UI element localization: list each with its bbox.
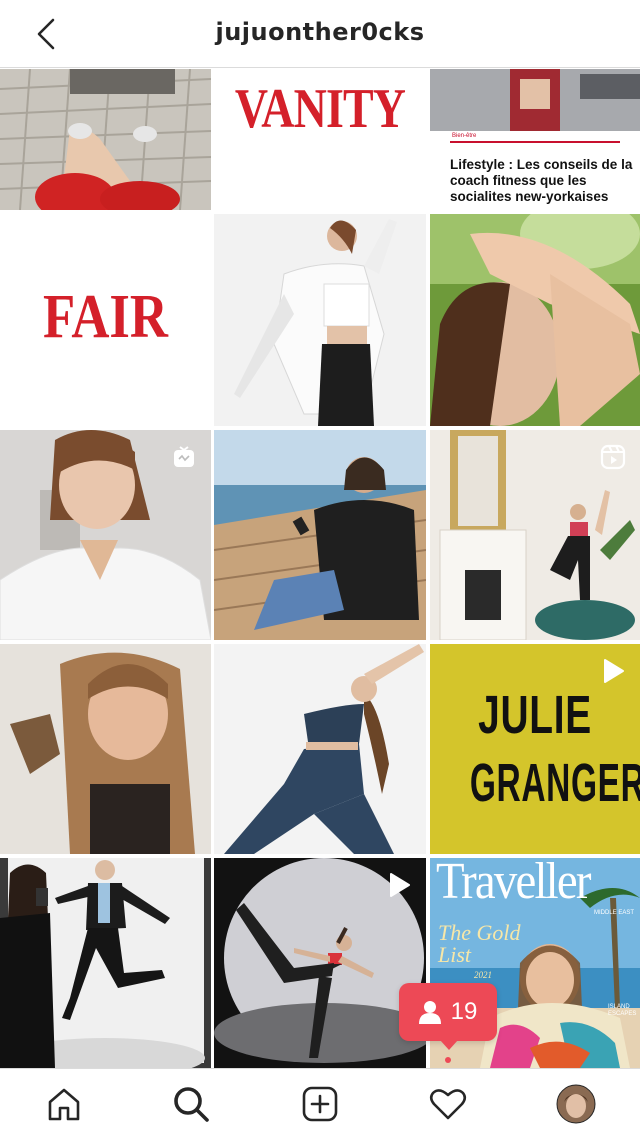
- bottom-navigation: [0, 1057, 640, 1138]
- article-tag: Bien-être: [452, 133, 477, 139]
- cover-script: The Gold List: [438, 920, 521, 967]
- activity-count: 19: [450, 998, 478, 1025]
- post-thumbnail[interactable]: [0, 69, 211, 210]
- new-post-icon: [302, 1086, 338, 1122]
- nav-profile[interactable]: [552, 1081, 600, 1127]
- profile-username: jujuonther0cks: [215, 18, 425, 46]
- reel-icon: [600, 444, 626, 470]
- photo-white-jacket-pose: [214, 214, 426, 426]
- reel-indicator: [598, 442, 628, 472]
- popup-tail: [440, 1040, 458, 1050]
- profile-avatar: [556, 1084, 596, 1124]
- post-thumbnail[interactable]: VANITY: [214, 69, 426, 210]
- heart-icon: [429, 1089, 467, 1120]
- post-thumbnail[interactable]: FAIR: [0, 214, 211, 426]
- igtv-indicator: [169, 442, 199, 472]
- magazine-title-vanity: VANITY: [234, 78, 406, 140]
- search-icon: [174, 1087, 209, 1122]
- photo-yoga-stretch: [214, 644, 426, 854]
- video-indicator: [598, 656, 628, 686]
- grid-divider: [426, 69, 430, 1068]
- person-icon: [418, 1001, 441, 1024]
- post-thumbnail[interactable]: [430, 430, 640, 640]
- play-icon: [390, 873, 410, 897]
- follower-activity-popup[interactable]: 19: [399, 983, 497, 1041]
- nav-activity[interactable]: [424, 1081, 472, 1127]
- notification-dot: [445, 1057, 451, 1063]
- post-thumbnail[interactable]: Bien-être Lifestyle : Les conseils de la…: [430, 69, 640, 210]
- cover-masthead: Traveller: [436, 858, 591, 910]
- post-thumbnail[interactable]: [0, 858, 211, 1068]
- cover-side-text: ISLAND ESCAPES: [608, 1004, 637, 1017]
- photo-mirror-jump: [0, 858, 211, 1068]
- cover-line-granger: GRANGER: [469, 753, 640, 813]
- nav-new-post[interactable]: [296, 1081, 344, 1127]
- magazine-title-fair: FAIR: [43, 283, 168, 351]
- cover-line-julie: JULIE: [478, 685, 592, 745]
- post-thumbnail[interactable]: [0, 644, 211, 854]
- video-indicator: [384, 870, 414, 900]
- nav-home[interactable]: [40, 1081, 88, 1127]
- post-thumbnail[interactable]: [214, 644, 426, 854]
- nav-search[interactable]: [167, 1081, 215, 1127]
- photo-beach-phone: [214, 430, 426, 640]
- post-thumbnail[interactable]: [214, 858, 426, 1068]
- grid-divider: [211, 69, 214, 1068]
- photo-stretch-outdoor: [430, 214, 640, 426]
- cover-region: MIDDLE EAST: [593, 910, 634, 916]
- photo-funny-face: [0, 644, 211, 854]
- home-icon: [48, 1088, 80, 1121]
- igtv-icon: [174, 446, 194, 467]
- top-bar: jujuonther0cks: [0, 0, 640, 68]
- posts-grid: VANITY Bien-être Lifestyle : Les conseil…: [0, 69, 640, 1068]
- cover-year: 2021: [474, 970, 492, 980]
- photo-street-runner: [430, 69, 640, 131]
- article-headline: Lifestyle : Les conseils de la coach fit…: [450, 157, 633, 204]
- play-icon: [604, 659, 624, 683]
- post-thumbnail[interactable]: [0, 430, 211, 640]
- post-thumbnail[interactable]: [214, 214, 426, 426]
- post-thumbnail[interactable]: JULIE GRANGER: [430, 644, 640, 854]
- post-thumbnail[interactable]: [430, 214, 640, 426]
- post-thumbnail[interactable]: [214, 430, 426, 640]
- article-rule: [450, 141, 620, 143]
- photo-pavement-legs: [0, 69, 211, 210]
